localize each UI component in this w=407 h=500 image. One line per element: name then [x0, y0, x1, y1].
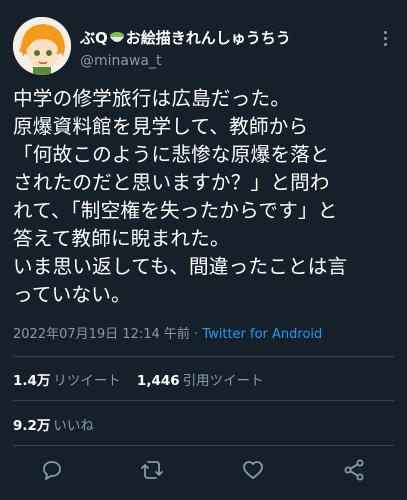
author-handle[interactable]: @minawa_t — [80, 53, 162, 69]
retweets-label[interactable]: リツイート — [53, 373, 121, 389]
tweet-source-link[interactable]: Twitter for Android — [202, 327, 322, 342]
tweet-header: ぶQ お絵描きれんしゅうちう @minawa_t — [13, 17, 394, 75]
quotes-label[interactable]: 引用ツイート — [183, 373, 264, 389]
tweet-meta: 2022年07月19日 12:14 午前 · Twitter for Andro… — [13, 323, 322, 342]
author-name-prefix: ぶQ — [80, 29, 108, 47]
tweet-timestamp[interactable]: 2022年07月19日 12:14 午前 — [13, 327, 190, 342]
likes-count[interactable]: 9.2万 — [13, 418, 50, 434]
more-options-icon[interactable] — [376, 29, 394, 47]
share-icon — [344, 459, 364, 481]
avatar[interactable] — [13, 17, 71, 75]
reply-icon — [43, 461, 61, 480]
share-button[interactable] — [339, 455, 369, 485]
reply-button[interactable] — [37, 455, 67, 485]
like-stats: 9.2万 いいね — [13, 414, 110, 434]
author-name[interactable]: ぶQ お絵描きれんしゅうちう — [80, 27, 291, 48]
avatar-illustration — [13, 17, 71, 75]
divider — [13, 445, 394, 446]
retweets-count[interactable]: 1.4万 — [13, 373, 50, 389]
author-name-suffix: お絵描きれんしゅうちう — [125, 29, 291, 47]
retweet-stats: 1.4万 リツイート 1,446 引用ツイート — [13, 369, 280, 389]
divider — [13, 356, 394, 357]
retweet-button[interactable] — [137, 455, 167, 485]
retweet-icon — [141, 461, 163, 479]
heart-icon — [243, 461, 263, 479]
meta-separator: · — [194, 327, 199, 342]
tweet-text: 中学の修学旅行は広島だった。 原爆資料館を見学して、教師から 「何故このように悲… — [13, 87, 348, 306]
likes-label[interactable]: いいね — [53, 418, 94, 434]
bowl-emoji-icon — [109, 31, 125, 45]
like-button[interactable] — [238, 455, 268, 485]
action-bar — [0, 455, 407, 485]
divider — [13, 400, 394, 401]
quotes-count[interactable]: 1,446 — [137, 373, 180, 389]
